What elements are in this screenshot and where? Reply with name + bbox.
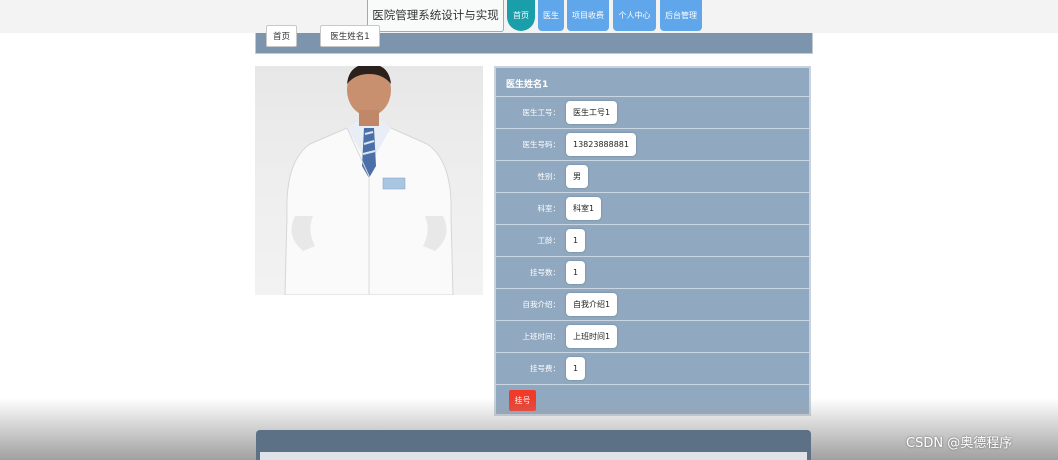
nav-home[interactable]: 首页 — [507, 0, 535, 31]
field-row-doctor-id: 医生工号： 医生工号1 — [496, 96, 809, 128]
site-title: 医院管理系统设计与实现 — [367, 0, 504, 32]
doctor-detail-panel: 医生姓名1 医生工号： 医生工号1 医生号码： 13823888881 性别： … — [494, 66, 811, 416]
nav-personal-center[interactable]: 个人中心 — [613, 0, 656, 31]
field-row-introduction: 自我介绍： 自我介绍1 — [496, 288, 809, 320]
bottom-section-body — [260, 452, 807, 460]
doctor-name-title: 医生姓名1 — [506, 80, 549, 90]
field-label: 自我介绍： — [522, 300, 561, 309]
doctor-photo — [255, 66, 483, 295]
field-value: 1 — [566, 229, 586, 252]
field-row-registrations: 挂号数： 1 — [496, 256, 809, 288]
field-value: 科室1 — [566, 197, 602, 220]
field-row-gender: 性别： 男 — [496, 160, 809, 192]
field-value: 13823888881 — [566, 133, 636, 156]
field-label: 上班时间： — [522, 332, 561, 341]
field-value: 1 — [566, 261, 586, 284]
nav-project-fees[interactable]: 项目收费 — [567, 0, 609, 31]
field-label: 科室： — [537, 204, 561, 213]
bottom-section-panel — [256, 430, 811, 460]
field-row-phone: 医生号码： 13823888881 — [496, 128, 809, 160]
field-label: 医生工号： — [522, 108, 561, 117]
field-label: 医生号码： — [522, 140, 561, 149]
field-value: 1 — [566, 357, 586, 380]
breadcrumb-current: 医生姓名1 — [320, 25, 380, 47]
nav-admin[interactable]: 后台管理 — [660, 0, 702, 31]
field-value: 男 — [566, 165, 588, 188]
field-row-department: 科室： 科室1 — [496, 192, 809, 224]
doctor-figure-illustration — [284, 66, 454, 295]
field-label: 性别： — [537, 172, 561, 181]
field-value: 医生工号1 — [566, 101, 618, 124]
watermark: CSDN @奥德程序 — [906, 436, 1013, 451]
field-label: 挂号数： — [530, 268, 560, 277]
field-row-seniority: 工龄： 1 — [496, 224, 809, 256]
field-value: 自我介绍1 — [566, 293, 618, 316]
breadcrumb-home-link[interactable]: 首页 — [266, 25, 297, 47]
field-label: 挂号费： — [530, 364, 560, 373]
field-value: 上班时间1 — [566, 325, 618, 348]
field-row-work-hours: 上班时间： 上班时间1 — [496, 320, 809, 352]
nav-doctor[interactable]: 医生 — [538, 0, 564, 31]
field-label: 工龄： — [537, 236, 561, 245]
field-row-registration-fee: 挂号费： 1 — [496, 352, 809, 384]
